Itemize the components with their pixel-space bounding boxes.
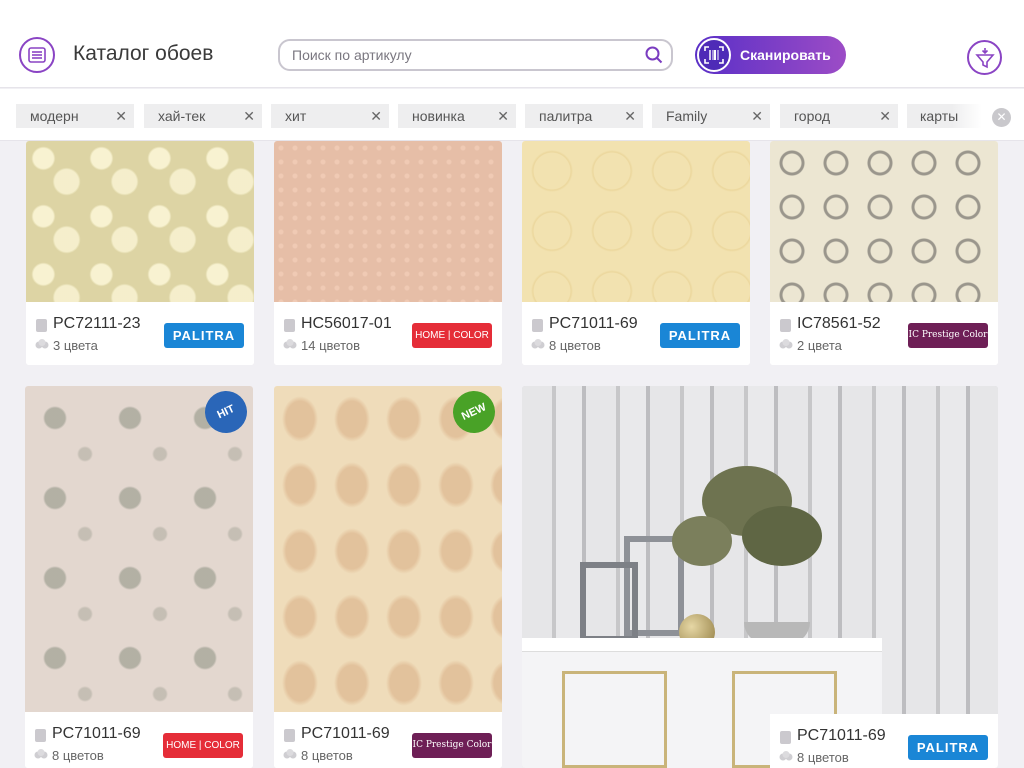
wallpaper-card[interactable]: PC72111-23 3 цвета PALITRA: [26, 141, 254, 365]
wallpaper-image: [274, 386, 502, 712]
scan-label: Сканировать: [740, 47, 831, 63]
color-count: 8 цветов: [52, 748, 104, 763]
sku-tag-icon: [36, 319, 47, 332]
color-count: 14 цветов: [301, 338, 361, 353]
cabinet-top: [522, 638, 882, 652]
wallpaper-image: [522, 141, 750, 302]
close-icon[interactable]: ✕: [370, 108, 382, 125]
card-info: IC78561-52 2 цвета IC Prestige Color: [770, 302, 998, 365]
page-title: Каталог обоев: [73, 42, 214, 65]
color-count: 8 цветов: [797, 750, 849, 765]
wallpaper-card[interactable]: NEW PC71011-69 8 цветов IC Prestige Colo…: [274, 386, 502, 768]
wallpaper-card[interactable]: HC56017-01 14 цветов HOME | COLOR: [274, 141, 502, 365]
color-palette-icon: [779, 751, 793, 761]
tag-label: палитра: [539, 108, 593, 124]
filter-tag[interactable]: палитра ✕: [525, 104, 643, 128]
card-info: PC71011-69 8 цветов PALITRA: [522, 302, 750, 365]
sku-tag-icon: [780, 319, 791, 332]
color-count: 2 цвета: [797, 338, 842, 353]
brand-badge: PALITRA: [908, 735, 988, 760]
tag-label: хит: [285, 108, 307, 124]
brand-badge: HOME | COLOR: [163, 733, 243, 758]
sku: HC56017-01: [301, 315, 392, 332]
card-info: PC71011-69 8 цветов IC Prestige Color: [274, 712, 502, 768]
brand-badge: IC Prestige Color: [908, 323, 988, 348]
tag-label: новинка: [412, 108, 465, 124]
close-icon[interactable]: ✕: [243, 108, 255, 125]
plant: [672, 516, 732, 566]
cabinet-door: [562, 671, 667, 768]
app-header: Каталог обоев Сканировать: [0, 0, 1024, 88]
filter-tag[interactable]: город ✕: [780, 104, 898, 128]
wallpaper-card[interactable]: HIT PC71011-69 8 цветов HOME | COLOR: [25, 386, 253, 768]
funnel-filter-icon: [974, 47, 995, 68]
filter-tag[interactable]: Family ✕: [652, 104, 770, 128]
sku: IC78561-52: [797, 315, 881, 332]
color-count: 8 цветов: [549, 338, 601, 353]
plant: [742, 506, 822, 566]
sku: PC72111-23: [53, 315, 141, 332]
close-icon[interactable]: ✕: [115, 108, 127, 125]
sku-tag-icon: [532, 319, 543, 332]
wallpaper-image: [25, 386, 253, 712]
filter-button[interactable]: [967, 40, 1002, 75]
tag-label: модерн: [30, 108, 79, 124]
tag-label: хай-тек: [158, 108, 206, 124]
filter-tag[interactable]: модерн ✕: [16, 104, 134, 128]
color-count: 8 цветов: [301, 748, 353, 763]
sku-tag-icon: [284, 319, 295, 332]
card-info: PC71011-69 8 цветов PALITRA: [770, 714, 998, 768]
color-palette-icon: [283, 339, 297, 349]
card-info: HC56017-01 14 цветов HOME | COLOR: [274, 302, 502, 365]
close-icon[interactable]: ✕: [497, 108, 509, 125]
filter-tag[interactable]: карты: [907, 104, 982, 128]
close-icon[interactable]: ✕: [751, 108, 763, 125]
interior-photo: [522, 386, 998, 768]
picture-frame: [580, 562, 638, 642]
wallpaper-card-large[interactable]: PC71011-69 8 цветов PALITRA: [522, 386, 998, 768]
color-palette-icon: [34, 749, 48, 759]
sku: PC71011-69: [52, 725, 141, 742]
color-palette-icon: [35, 339, 49, 349]
card-info: PC71011-69 8 цветов HOME | COLOR: [25, 712, 253, 768]
scan-button[interactable]: Сканировать: [695, 36, 846, 74]
wallpaper-image: [274, 141, 502, 302]
search-icon[interactable]: [645, 46, 663, 64]
wallpaper-image: [770, 141, 998, 302]
wallpaper-card[interactable]: IC78561-52 2 цвета IC Prestige Color: [770, 141, 998, 365]
wallpaper-image: [26, 141, 254, 302]
sku: PC71011-69: [797, 727, 886, 744]
wallpaper-card[interactable]: PC71011-69 8 цветов PALITRA: [522, 141, 750, 365]
filter-tag[interactable]: хит ✕: [271, 104, 389, 128]
color-palette-icon: [779, 339, 793, 349]
color-count: 3 цвета: [53, 338, 98, 353]
color-palette-icon: [531, 339, 545, 349]
brand-badge: PALITRA: [660, 323, 740, 348]
color-palette-icon: [283, 749, 297, 759]
search-input[interactable]: [292, 46, 632, 64]
card-info: PC72111-23 3 цвета PALITRA: [26, 302, 254, 365]
close-icon[interactable]: ✕: [624, 108, 636, 125]
sku: PC71011-69: [549, 315, 638, 332]
tag-label: Family: [666, 108, 708, 124]
close-icon[interactable]: ✕: [879, 108, 891, 125]
sku-tag-icon: [284, 729, 295, 742]
brand-badge: HOME | COLOR: [412, 323, 492, 348]
sku-tag-icon: [35, 729, 46, 742]
tag-label: карты: [920, 108, 959, 124]
filter-tag[interactable]: хай-тек ✕: [144, 104, 262, 128]
barcode-scan-icon: [697, 38, 731, 72]
clear-tags-button[interactable]: ✕: [992, 108, 1011, 127]
tag-label: город: [794, 108, 831, 124]
sku: PC71011-69: [301, 725, 390, 742]
brand-badge: PALITRA: [164, 323, 244, 348]
search-box[interactable]: [278, 39, 673, 71]
sku-tag-icon: [780, 731, 791, 744]
filter-tag[interactable]: новинка ✕: [398, 104, 516, 128]
brand-badge: IC Prestige Color: [412, 733, 492, 758]
menu-button[interactable]: [19, 37, 55, 73]
menu-list-icon: [28, 47, 46, 63]
filter-tag-bar: модерн ✕ хай-тек ✕ хит ✕ новинка ✕ палит…: [0, 89, 1024, 141]
